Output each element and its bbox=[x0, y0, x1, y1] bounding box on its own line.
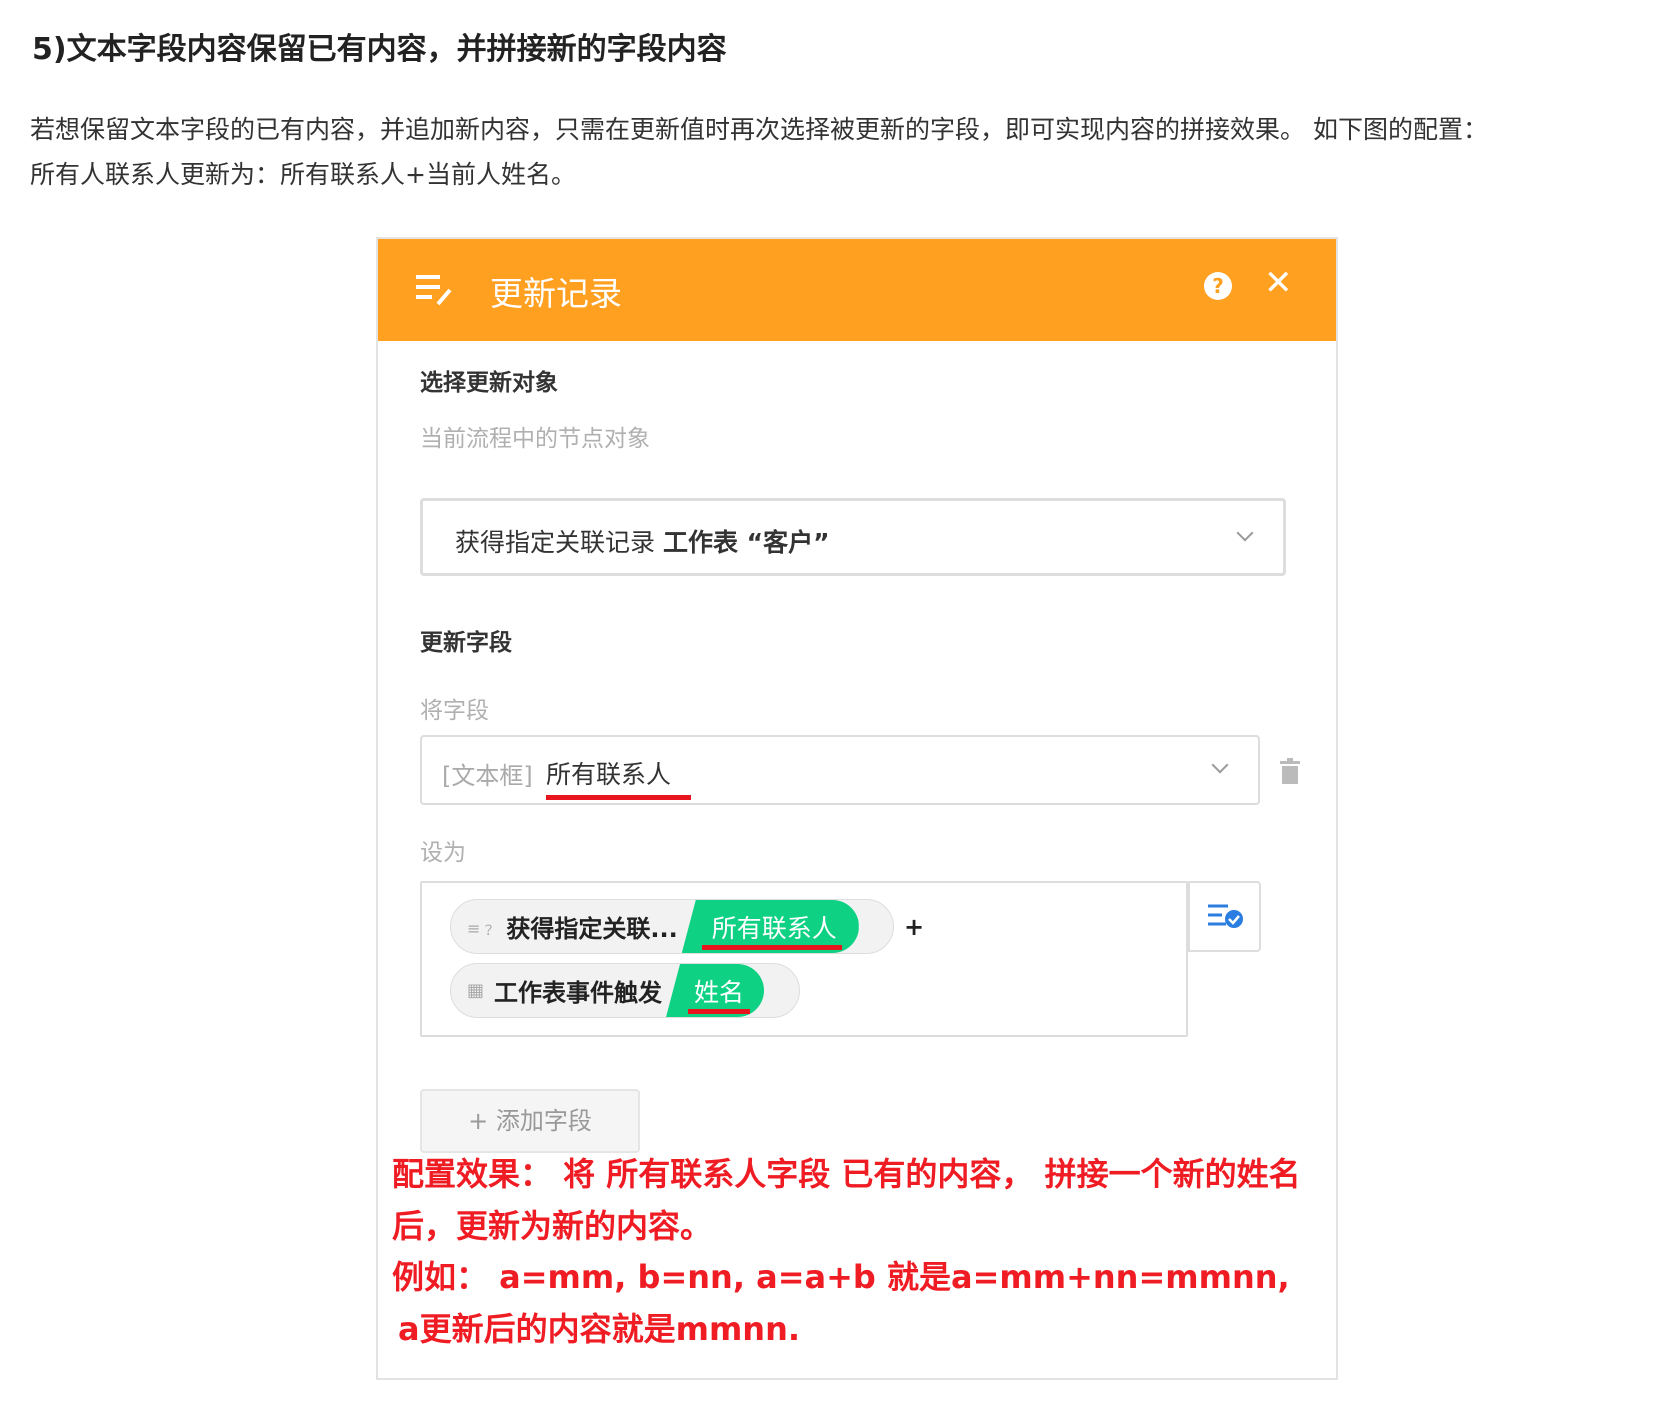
update-record-dialog: 更新记录 ? ✕ 选择更新对象 当前流程中的节点对象 获得指定关联记录 工作表 … bbox=[376, 237, 1338, 1380]
field-type: [文本框] bbox=[442, 762, 533, 790]
add-field-button[interactable]: + 添加字段 bbox=[420, 1089, 640, 1153]
chevron-down-icon bbox=[1236, 524, 1254, 542]
annotation-line: 例如： a=mm, b=nn, a=a+b 就是a=mm+nn=mmnn, bbox=[392, 1258, 1290, 1296]
field-select-icon bbox=[1208, 904, 1243, 928]
field-dropdown[interactable]: [文本框] 所有联系人 bbox=[420, 735, 1260, 805]
tag-node: 工作表事件触发 bbox=[494, 979, 663, 1007]
select-object-hint: 当前流程中的节点对象 bbox=[420, 426, 650, 452]
table-icon: ▦ bbox=[467, 980, 485, 1001]
field-value: 所有联系人 bbox=[546, 760, 672, 789]
close-icon[interactable]: ✕ bbox=[1264, 263, 1293, 303]
tag-field: 姓名 bbox=[666, 964, 765, 1017]
edit-list-icon bbox=[416, 275, 452, 306]
field-tag[interactable]: ▦ 工作表事件触发 姓名 bbox=[450, 963, 800, 1018]
insert-field-button[interactable] bbox=[1188, 881, 1261, 952]
help-icon[interactable]: ? bbox=[1204, 272, 1232, 300]
worksheet-name: 工作表 “客户” bbox=[662, 528, 830, 557]
search-list-icon: ≡﹖ bbox=[467, 918, 497, 938]
field-tag[interactable]: ≡﹖ 获得指定关联... 所有联系人 bbox=[450, 899, 894, 954]
set-to-label: 设为 bbox=[420, 840, 466, 866]
annotation-line: a更新后的内容就是mmnn. bbox=[398, 1310, 801, 1348]
annotation-line: 配置效果： 将 所有联系人字段 已有的内容， 拼接一个新的姓名 bbox=[392, 1155, 1301, 1193]
chevron-down-icon bbox=[1211, 756, 1229, 774]
annotation-line: 后，更新为新的内容。 bbox=[392, 1207, 713, 1245]
section-heading: 5)文本字段内容保留已有内容，并拼接新的字段内容 bbox=[32, 32, 727, 67]
field-label: 将字段 bbox=[420, 698, 489, 724]
value-editor[interactable]: ≡﹖ 获得指定关联... 所有联系人 + ▦ 工作表事件触发 姓名 bbox=[420, 881, 1188, 1037]
dialog-header: 更新记录 ? ✕ bbox=[378, 239, 1336, 341]
node-name: 获得指定关联记录 bbox=[455, 528, 656, 557]
select-object-dropdown[interactable]: 获得指定关联记录 工作表 “客户” bbox=[420, 498, 1286, 576]
plus-operator: + bbox=[904, 913, 925, 941]
tag-field: 所有联系人 bbox=[681, 900, 859, 953]
paragraph-line: 所有人联系人更新为：所有联系人+当前人姓名。 bbox=[30, 160, 576, 189]
dialog-title: 更新记录 bbox=[490, 274, 622, 313]
update-field-label: 更新字段 bbox=[420, 630, 512, 656]
tag-node: 获得指定关联... bbox=[506, 915, 678, 943]
paragraph-line: 若想保留文本字段的已有内容，并追加新内容，只需在更新值时再次选择被更新的字段，即… bbox=[30, 115, 1488, 144]
select-object-label: 选择更新对象 bbox=[420, 370, 558, 396]
trash-icon[interactable] bbox=[1280, 758, 1300, 784]
